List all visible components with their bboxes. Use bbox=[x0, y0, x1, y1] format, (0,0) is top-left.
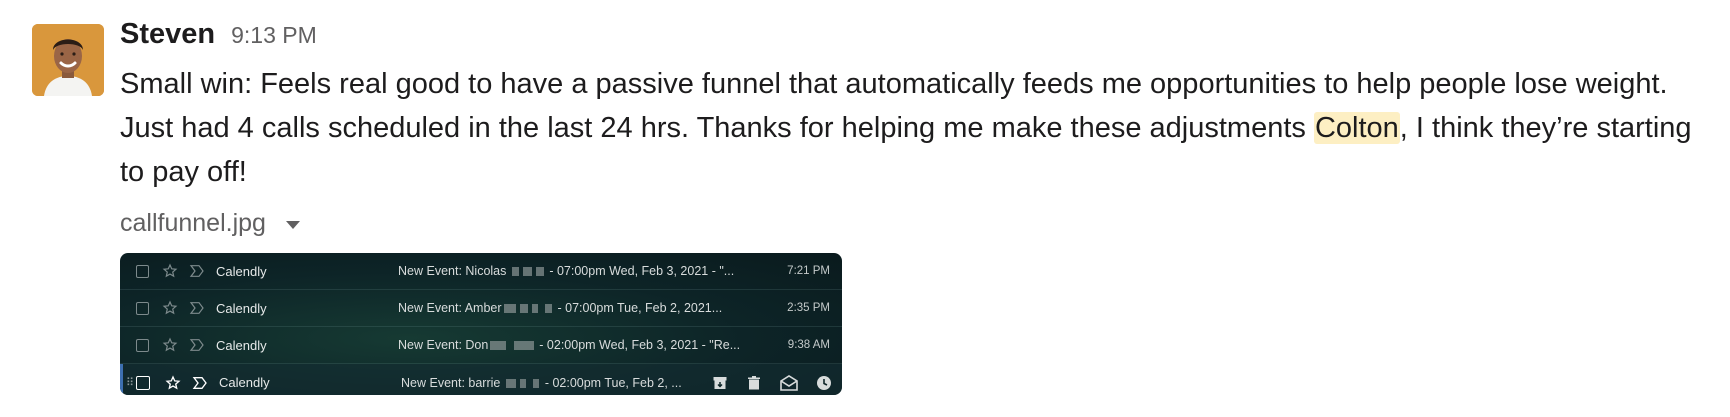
email-subject-end: - 07:00pm Wed, Feb 3, 2021 - "... bbox=[549, 264, 735, 278]
email-time: 2:35 PM bbox=[787, 302, 830, 314]
star-icon bbox=[162, 300, 178, 315]
email-subject-start: New Event: Don bbox=[398, 338, 489, 352]
checkbox-icon bbox=[136, 301, 149, 315]
row-actions bbox=[712, 374, 832, 391]
email-sender: Calendly bbox=[216, 300, 267, 316]
star-icon bbox=[162, 263, 178, 278]
checkbox-icon bbox=[136, 375, 150, 390]
important-marker-icon bbox=[189, 265, 204, 277]
important-marker-icon bbox=[192, 376, 207, 389]
email-subject-start: New Event: barrie bbox=[401, 375, 501, 390]
avatar[interactable] bbox=[32, 24, 104, 96]
user-avatar-illustration bbox=[32, 24, 104, 96]
snooze-clock-icon bbox=[817, 375, 831, 390]
file-name[interactable]: callfunnel.jpg bbox=[120, 209, 266, 238]
checkbox-icon bbox=[136, 338, 149, 352]
email-time: 9:38 AM bbox=[787, 339, 830, 351]
email-subject-end: - 02:00pm Tue, Feb 2, ... bbox=[544, 375, 682, 390]
star-icon bbox=[162, 337, 178, 352]
important-marker-icon bbox=[189, 339, 204, 351]
email-subject: New Event: Don - 02:00pm Wed, Feb 3, 202… bbox=[398, 338, 740, 352]
author-name[interactable]: Steven bbox=[120, 18, 215, 51]
message-header: Steven 9:13 PM bbox=[120, 18, 1720, 62]
caret-down-icon[interactable] bbox=[285, 221, 300, 229]
attached-image[interactable]: Calendly New Event: Nicolas - 07:00pm We… bbox=[120, 253, 842, 395]
mark-read-icon bbox=[780, 374, 798, 391]
file-attachment-header: callfunnel.jpg bbox=[120, 204, 1720, 242]
email-subject-start: New Event: Amber bbox=[398, 301, 502, 315]
email-sender: Calendly bbox=[216, 337, 267, 353]
email-sender: Calendly bbox=[216, 263, 267, 279]
message: Steven 9:13 PM Small win: Feels real goo… bbox=[120, 18, 1720, 242]
email-subject-start: New Event: Nicolas bbox=[398, 264, 507, 278]
email-subject-end: - 07:00pm Tue, Feb 2, 2021... bbox=[557, 301, 723, 315]
email-subject: New Event: barrie - 02:00pm Tue, Feb 2, … bbox=[401, 376, 682, 390]
email-row: Calendly New Event: Nicolas - 07:00pm We… bbox=[120, 253, 842, 290]
user-mention[interactable]: Colton bbox=[1313, 112, 1400, 144]
email-subject-end: - 02:00pm Wed, Feb 3, 2021 - "Re... bbox=[539, 338, 741, 352]
message-timestamp[interactable]: 9:13 PM bbox=[231, 22, 317, 49]
message-text: Small win: Feels real good to have a pas… bbox=[120, 62, 1720, 194]
email-row: Calendly New Event: Amber - 07:00pm Tue,… bbox=[120, 290, 842, 327]
email-subject: New Event: Nicolas - 07:00pm Wed, Feb 3,… bbox=[398, 264, 734, 278]
archive-icon bbox=[713, 376, 727, 389]
email-time: 7:21 PM bbox=[787, 265, 830, 277]
email-subject: New Event: Amber - 07:00pm Tue, Feb 2, 2… bbox=[398, 301, 722, 315]
trash-icon bbox=[748, 375, 760, 389]
email-row: Calendly New Event: Don - 02:00pm Wed, F… bbox=[120, 327, 842, 364]
checkbox-icon bbox=[136, 264, 149, 278]
email-row-hovered: ⠿ Calendly New Event: barrie - 02:00pm T… bbox=[120, 364, 842, 395]
drag-handle-icon: ⠿ bbox=[126, 377, 134, 389]
email-sender: Calendly bbox=[219, 375, 270, 390]
important-marker-icon bbox=[189, 302, 204, 314]
star-icon bbox=[165, 374, 181, 390]
